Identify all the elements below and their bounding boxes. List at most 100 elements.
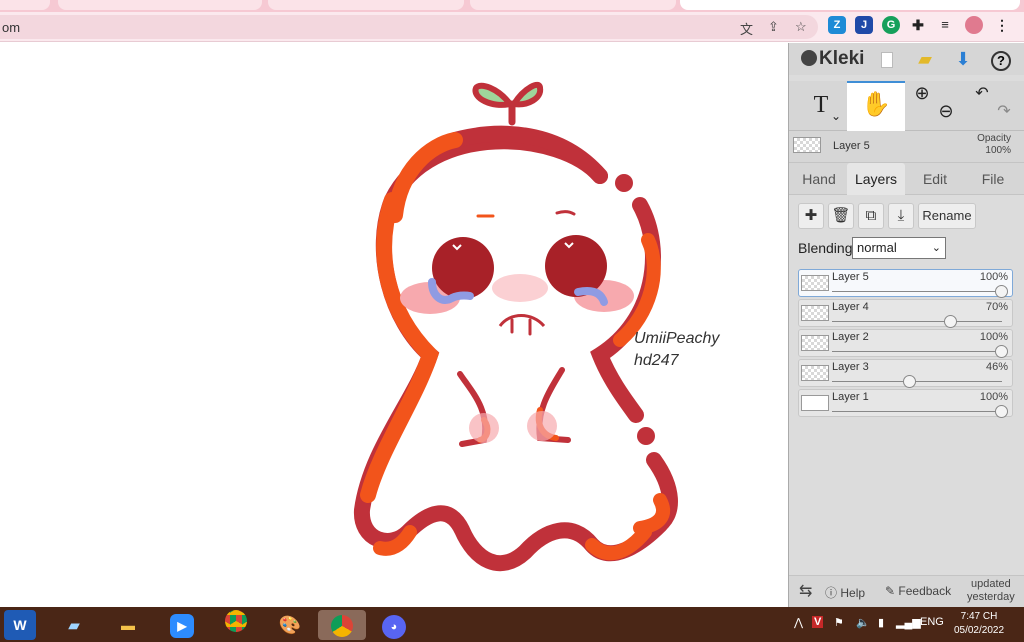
- tab-hand[interactable]: Hand: [793, 163, 845, 195]
- chevron-down-icon[interactable]: ⌄: [831, 109, 841, 125]
- layer-row[interactable]: Layer 5 100%: [798, 269, 1013, 298]
- browser-tab[interactable]: [470, 0, 676, 10]
- puzzle-icon[interactable]: ✚: [909, 16, 927, 34]
- layer-thumbnail: [801, 395, 829, 411]
- extension-icon[interactable]: Z: [828, 16, 846, 34]
- drawing-canvas[interactable]: UmiiPeachy hd247: [0, 43, 788, 607]
- rename-button[interactable]: Rename: [918, 203, 976, 229]
- opacity-slider-knob[interactable]: [944, 315, 957, 328]
- updated-link[interactable]: updated yesterday: [967, 578, 1015, 604]
- zoom-in-icon[interactable]: ⊕: [911, 83, 933, 105]
- tray-overflow-icon[interactable]: ⋀: [794, 616, 803, 629]
- browser-tab[interactable]: [58, 0, 262, 10]
- kleki-logo[interactable]: Kleki: [801, 48, 864, 70]
- translate-icon[interactable]: 文: [740, 19, 753, 38]
- word-app-icon[interactable]: W: [4, 610, 36, 640]
- layer-row[interactable]: Layer 2 100%: [798, 329, 1013, 358]
- wifi-signal-icon[interactable]: ▂▄▆: [896, 616, 921, 629]
- antivirus-tray-icon[interactable]: V: [812, 616, 824, 628]
- help-circle-icon: ⓘ: [825, 586, 838, 600]
- chrome-app-icon[interactable]: [220, 610, 252, 640]
- tab-layers[interactable]: Layers: [847, 163, 905, 195]
- download-icon[interactable]: ⬇: [951, 47, 975, 71]
- layer-opacity: 100%: [979, 271, 1008, 283]
- artist-watermark: UmiiPeachy hd247: [634, 328, 719, 372]
- notes-app-icon[interactable]: ▰: [58, 610, 90, 640]
- panel-footer: ⇆ ⓘ Help ✎ Feedback updated yesterday: [789, 575, 1024, 607]
- opacity-label: Opacity: [977, 133, 1011, 144]
- battery-icon[interactable]: ▮: [878, 616, 884, 629]
- help-circle-icon[interactable]: ?: [989, 47, 1013, 71]
- tab-file[interactable]: File: [967, 163, 1019, 195]
- paint-app-icon[interactable]: 🎨: [274, 610, 306, 640]
- help-link[interactable]: ⓘ Help: [825, 584, 865, 601]
- language-indicator[interactable]: ENG: [920, 616, 944, 628]
- duplicate-layer-icon[interactable]: ⧉: [858, 203, 884, 229]
- dot: [615, 174, 633, 192]
- grammar-extension-icon[interactable]: G: [882, 16, 900, 34]
- opacity-slider-knob[interactable]: [995, 405, 1008, 418]
- browser-tab-active[interactable]: [680, 0, 1020, 10]
- undo-icon[interactable]: ↶: [971, 83, 993, 105]
- watermark-line1: UmiiPeachy: [634, 330, 720, 347]
- layer-row[interactable]: Layer 1 100%: [798, 389, 1013, 418]
- browser-tab[interactable]: [0, 0, 50, 10]
- dot: [637, 427, 655, 445]
- delete-layer-icon[interactable]: 🗑: [828, 203, 854, 229]
- ghost-drawing: [354, 81, 678, 572]
- opacity-slider-track[interactable]: [832, 381, 1002, 382]
- reading-list-icon[interactable]: ≡: [936, 16, 954, 34]
- blending-select[interactable]: normal ⌄: [852, 237, 946, 259]
- kleki-header: Kleki ▰ ⬇ ?: [789, 43, 1024, 75]
- feedback-link[interactable]: ✎ Feedback: [885, 584, 951, 598]
- screen: om 文 ⇪ ☆ Z J G ✚ ≡ ⋮ UmiiPeachy hd247 Kl…: [0, 0, 1024, 642]
- browser-tab-strip: [0, 0, 1024, 12]
- opacity-slider-knob[interactable]: [995, 345, 1008, 358]
- current-layer-thumbnail: [793, 137, 821, 153]
- sprout-leaf-right: [509, 81, 544, 108]
- share-icon[interactable]: ⇪: [768, 19, 779, 35]
- nose-blush: [492, 274, 548, 302]
- flag-tray-icon[interactable]: ⚑: [834, 616, 844, 629]
- address-bar[interactable]: om 文 ⇪ ☆: [0, 15, 818, 39]
- help-label: Help: [840, 586, 866, 600]
- opacity-slider-knob[interactable]: [903, 375, 917, 388]
- add-layer-icon[interactable]: ✚: [798, 203, 824, 229]
- redo-icon[interactable]: ↷: [993, 101, 1015, 123]
- bookmark-star-icon[interactable]: ☆: [795, 19, 807, 35]
- browser-tab[interactable]: [268, 0, 464, 10]
- ghost-top: [447, 125, 608, 184]
- file-explorer-icon[interactable]: ▬: [112, 610, 144, 640]
- extension-icon[interactable]: J: [855, 16, 873, 34]
- discord-app-icon[interactable]: ◕: [378, 610, 410, 640]
- opacity-slider-track[interactable]: [832, 351, 1002, 352]
- profile-avatar[interactable]: [965, 16, 983, 34]
- system-clock[interactable]: 7:47 CH 05/02/2022: [953, 610, 1005, 638]
- opacity-slider-track[interactable]: [832, 291, 1002, 292]
- windows-taskbar: W ▰ ▬ ▶ 🎨 ◕ ⋀ V ⚑ 🔈 ▮ ▂▄▆ ENG 7:47 CH 05…: [0, 607, 1024, 642]
- panel-tabs: Hand Layers Edit File: [789, 163, 1024, 195]
- merge-down-icon[interactable]: ⤓: [888, 203, 914, 229]
- chrome-active-app-icon[interactable]: [318, 610, 366, 640]
- tab-edit[interactable]: Edit: [909, 163, 961, 195]
- address-bar-url[interactable]: om: [2, 20, 20, 35]
- right-eye: [545, 235, 607, 297]
- menu-kebab-icon[interactable]: ⋮: [993, 16, 1011, 34]
- opacity-slider-knob[interactable]: [995, 285, 1008, 298]
- opacity-slider-track[interactable]: [832, 411, 1002, 412]
- layer-thumbnail: [801, 335, 829, 351]
- new-image-icon[interactable]: [875, 47, 899, 71]
- ghost-outline-orange: [360, 192, 440, 503]
- opacity-slider-track[interactable]: [832, 321, 1002, 322]
- zoom-app-icon[interactable]: ▶: [166, 610, 198, 640]
- layer-name: Layer 3: [832, 361, 869, 373]
- layer-row[interactable]: Layer 3 46%: [798, 359, 1013, 388]
- open-folder-icon[interactable]: ▰: [913, 47, 937, 71]
- ghost-right-lower-orange: [633, 493, 670, 535]
- layer-name: Layer 4: [832, 301, 869, 313]
- zoom-out-icon[interactable]: ⊖: [935, 101, 957, 123]
- hand-tool-icon[interactable]: ✋: [847, 81, 905, 131]
- volume-icon[interactable]: 🔈: [856, 616, 870, 629]
- swap-sides-icon[interactable]: ⇆: [799, 581, 812, 601]
- layer-row[interactable]: Layer 4 70%: [798, 299, 1013, 328]
